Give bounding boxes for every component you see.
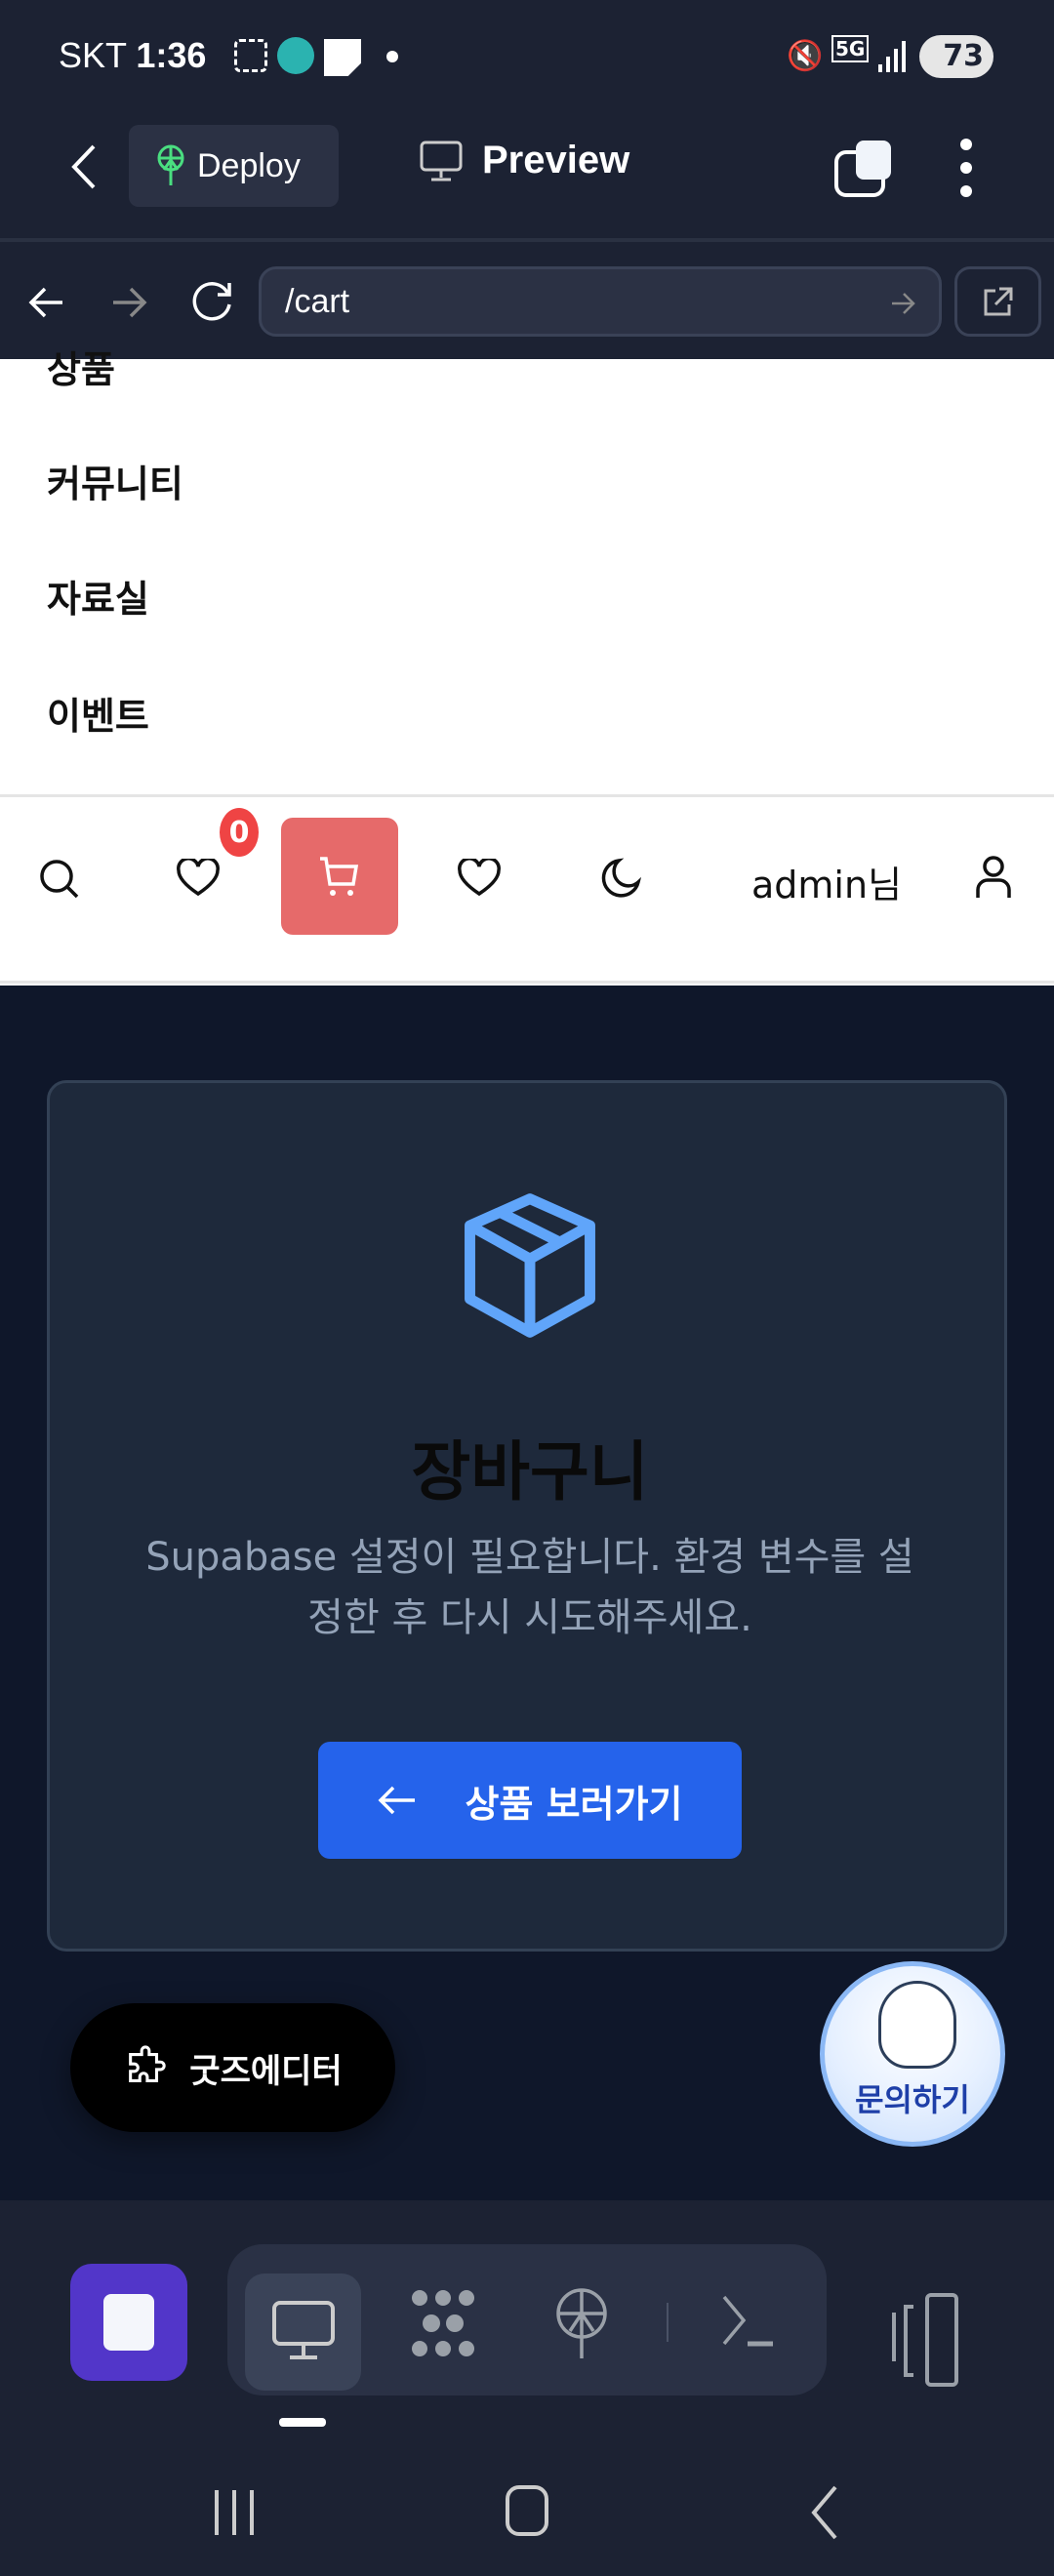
recent-apps-button[interactable] — [213, 2488, 256, 2537]
system-back-button[interactable] — [810, 2485, 839, 2540]
clock: 1:36 — [136, 35, 207, 75]
cart-icon — [320, 857, 359, 896]
preview-label: Preview — [482, 139, 630, 181]
more-menu-icon[interactable] — [956, 137, 976, 199]
inquiry-button[interactable]: 문의하기 — [820, 1961, 1005, 2147]
active-indicator — [279, 2418, 326, 2427]
deploy-label: Deploy — [197, 146, 301, 184]
view-switcher — [227, 2244, 827, 2395]
dark-mode-moon-icon[interactable] — [599, 857, 642, 900]
wishlist-heart-icon[interactable] — [176, 859, 221, 898]
wishlist-badge: 0 — [220, 808, 259, 857]
cart-button[interactable] — [281, 818, 398, 935]
carrier: SKT — [59, 35, 127, 75]
arrow-left-icon — [378, 1786, 415, 1815]
search-icon[interactable] — [37, 857, 82, 902]
go-arrow-icon[interactable] — [890, 291, 917, 316]
favorites-heart-icon[interactable] — [457, 859, 502, 898]
external-link-icon — [984, 287, 1012, 316]
browser-back-icon[interactable] — [27, 283, 66, 322]
note-icon — [324, 39, 361, 76]
menu-item-events[interactable]: 이벤트 — [47, 686, 149, 740]
screenshot-icon — [234, 39, 267, 72]
monitor-icon — [272, 2301, 335, 2359]
status-bar: SKT 1:36 🔇 5G 73 — [0, 0, 1054, 117]
inquiry-label: 문의하기 — [855, 2081, 970, 2118]
stop-icon — [103, 2294, 154, 2351]
tabs-icon[interactable] — [834, 139, 893, 197]
reload-icon[interactable] — [190, 279, 235, 324]
back-button[interactable] — [66, 142, 101, 191]
menu-item-community[interactable]: 커뮤니티 — [47, 454, 183, 507]
stop-button[interactable] — [70, 2264, 187, 2381]
user-name[interactable]: admin님 — [751, 855, 902, 908]
browser-forward-icon[interactable] — [109, 283, 148, 322]
integrations-dots-icon[interactable] — [408, 2288, 478, 2358]
home-button[interactable] — [506, 2485, 548, 2536]
deploy-globe-icon — [157, 144, 184, 185]
goods-editor-label: 굿즈에디터 — [189, 2051, 343, 2091]
app-notification-icon — [277, 37, 314, 74]
deploy-button[interactable]: Deploy — [129, 125, 339, 207]
preview-tab[interactable]: Preview — [420, 139, 629, 182]
mute-icon: 🔇 — [787, 39, 824, 73]
user-icon[interactable] — [974, 855, 1013, 900]
cart-title: 장바구니 — [411, 1434, 649, 1509]
terminal-icon[interactable] — [720, 2293, 775, 2352]
deploy-globe-icon[interactable] — [554, 2288, 609, 2360]
dot-icon — [386, 51, 398, 62]
menu-item-archive[interactable]: 자료실 — [47, 569, 149, 623]
preview-view-button[interactable] — [245, 2274, 361, 2391]
open-external-button[interactable] — [954, 266, 1041, 337]
mascot-icon — [878, 1981, 956, 2069]
browse-products-button[interactable]: 상품 보러가기 — [318, 1742, 742, 1859]
signal-icon — [876, 41, 906, 72]
browse-products-label: 상품 보러가기 — [465, 1782, 683, 1826]
device-toggle-icon[interactable] — [890, 2293, 960, 2387]
site-header: 상품 커뮤니티 자료실 이벤트 0 admin님 — [0, 348, 1054, 986]
cart-message: Supabase 설정이 필요합니다. 환경 변수를 설정한 후 다시 시도해주… — [145, 1535, 914, 1640]
url-text: /cart — [285, 283, 350, 320]
monitor-icon — [420, 141, 463, 181]
network-5g-icon: 5G — [831, 35, 870, 62]
puzzle-icon — [129, 2045, 166, 2082]
goods-editor-button[interactable]: 굿즈에디터 — [70, 2003, 395, 2132]
browser-toolbar: /cart — [0, 246, 1054, 359]
cart-page: 장바구니 Supabase 설정이 필요합니다. 환경 변수를 설정한 후 다시… — [0, 986, 1054, 2200]
divider — [667, 2303, 669, 2342]
bottom-toolbar — [0, 2200, 1054, 2576]
cart-empty-card: 장바구니 Supabase 설정이 필요합니다. 환경 변수를 설정한 후 다시… — [47, 1080, 1007, 1952]
package-box-icon — [465, 1193, 595, 1338]
url-input[interactable]: /cart — [259, 266, 942, 337]
menu-item-products[interactable]: 상품 — [47, 340, 115, 393]
battery-indicator: 73 — [919, 35, 993, 78]
app-header: Deploy Preview — [0, 117, 1054, 242]
